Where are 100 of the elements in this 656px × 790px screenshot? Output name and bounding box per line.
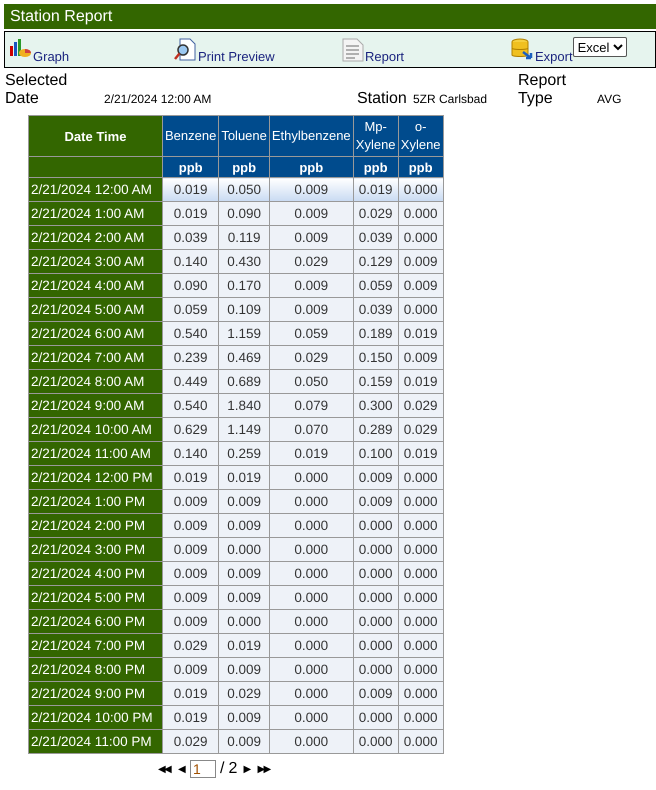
previous-page-button[interactable]: ◀ [176, 763, 186, 775]
unit-header: ppb [353, 156, 398, 178]
first-page-button[interactable]: ◀◀ [156, 763, 172, 775]
time-cell: 2/21/2024 2:00 AM [28, 226, 162, 250]
table-cell: 0.170 [218, 274, 270, 298]
table-cell: 0.000 [398, 178, 444, 202]
table-cell: 0.019 [162, 682, 219, 706]
table-cell: 0.039 [162, 226, 219, 250]
table-cell: 0.300 [353, 394, 398, 418]
last-page-button[interactable]: ▶▶ [255, 763, 272, 775]
table-cell: 0.019 [162, 202, 219, 226]
table-cell: 0.000 [353, 586, 398, 610]
table-cell: 0.000 [353, 538, 398, 562]
preview-link[interactable]: Print Preview [198, 49, 275, 64]
time-cell: 2/21/2024 9:00 AM [28, 394, 162, 418]
format-select[interactable]: Excel [572, 37, 627, 57]
table-cell: 0.000 [398, 586, 444, 610]
table-cell: 0.000 [269, 682, 354, 706]
table-cell: 0.009 [218, 730, 270, 754]
table-cell: 0.000 [269, 562, 354, 586]
table-cell: 0.009 [218, 586, 270, 610]
table-cell: 0.000 [398, 298, 444, 322]
table-cell: 0.000 [353, 634, 398, 658]
table-cell: 0.189 [353, 322, 398, 346]
unit-header: ppb [218, 156, 270, 178]
graph-link[interactable]: Graph [33, 49, 70, 64]
table-cell: 0.029 [353, 202, 398, 226]
column-header: Ethylbenzene [269, 116, 354, 156]
column-header: Benzene [162, 116, 219, 156]
time-cell: 2/21/2024 10:00 PM [28, 706, 162, 730]
table-cell: 0.000 [398, 730, 444, 754]
table-cell: 0.000 [398, 562, 444, 586]
table-cell: 0.009 [218, 658, 270, 682]
table-cell: 0.059 [269, 322, 354, 346]
table-cell: 0.000 [218, 538, 270, 562]
table-cell: 0.019 [353, 178, 398, 202]
table-cell: 0.019 [218, 466, 270, 490]
table-cell: 0.009 [398, 250, 444, 274]
table-cell: 0.090 [218, 202, 270, 226]
table-cell: 0.000 [269, 706, 354, 730]
date-value: 2/21/2024 12:00 AM [104, 92, 212, 108]
report-link[interactable]: Report [365, 49, 404, 64]
table-cell: 0.009 [218, 562, 270, 586]
table-cell: 0.449 [162, 370, 219, 394]
table-cell: 0.100 [353, 442, 398, 466]
time-cell: 2/21/2024 6:00 AM [28, 322, 162, 346]
table-cell: 0.000 [269, 586, 354, 610]
time-cell: 2/21/2024 6:00 PM [28, 610, 162, 634]
table-cell: 0.000 [353, 610, 398, 634]
table-cell: 0.000 [353, 706, 398, 730]
window-title: Station Report [10, 8, 112, 26]
table-cell: 0.029 [269, 250, 354, 274]
table-cell: 0.000 [269, 514, 354, 538]
table-cell: 0.000 [353, 562, 398, 586]
table-cell: 0.059 [162, 298, 219, 322]
table-cell: 0.000 [398, 226, 444, 250]
table-cell: 0.000 [353, 658, 398, 682]
page-input[interactable]: 1 [190, 760, 216, 778]
time-cell: 2/21/2024 12:00 AM [28, 178, 162, 202]
time-cell: 2/21/2024 9:00 PM [28, 682, 162, 706]
unit-header: ppb [398, 156, 444, 178]
table-cell: 0.059 [353, 274, 398, 298]
export-link[interactable]: Export [535, 49, 573, 64]
page-separator: / [220, 760, 224, 778]
table-cell: 0.000 [269, 538, 354, 562]
time-cell: 2/21/2024 7:00 PM [28, 634, 162, 658]
table-cell: 0.159 [353, 370, 398, 394]
table-cell: 0.019 [162, 706, 219, 730]
field-label: Report Type [518, 72, 568, 108]
table-cell: 0.009 [398, 346, 444, 370]
magnifier-page-icon[interactable] [174, 38, 198, 62]
table-cell: 0.029 [398, 394, 444, 418]
table-cell: 0.000 [269, 634, 354, 658]
time-cell: 2/21/2024 3:00 PM [28, 538, 162, 562]
table-cell: 0.000 [269, 610, 354, 634]
time-cell: 2/21/2024 8:00 AM [28, 370, 162, 394]
table-cell: 0.540 [162, 322, 219, 346]
table-cell: 0.140 [162, 442, 219, 466]
table-cell: 0.239 [162, 346, 219, 370]
table-cell: 0.019 [398, 322, 444, 346]
table-cell: 0.000 [398, 658, 444, 682]
next-page-button[interactable]: ▶ [241, 763, 252, 775]
table-cell: 0.119 [218, 226, 270, 250]
table-cell: 0.000 [353, 514, 398, 538]
time-cell: 2/21/2024 7:00 AM [28, 346, 162, 370]
table-cell: 0.009 [162, 658, 219, 682]
table-cell: 0.000 [398, 202, 444, 226]
table-cell: 0.000 [269, 730, 354, 754]
column-header: Date Time [28, 116, 162, 156]
time-cell: 2/21/2024 1:00 AM [28, 202, 162, 226]
field-label: Selected Date [5, 72, 68, 108]
table-cell: 0.019 [398, 370, 444, 394]
table-cell: 0.090 [162, 274, 219, 298]
table-cell: 0.009 [162, 562, 219, 586]
database-arrow-icon[interactable] [511, 38, 535, 62]
type-value: AVG [597, 92, 622, 108]
table-cell: 1.840 [218, 394, 270, 418]
table-cell: 0.039 [353, 226, 398, 250]
document-icon[interactable] [341, 38, 365, 62]
table-cell: 0.029 [162, 634, 219, 658]
